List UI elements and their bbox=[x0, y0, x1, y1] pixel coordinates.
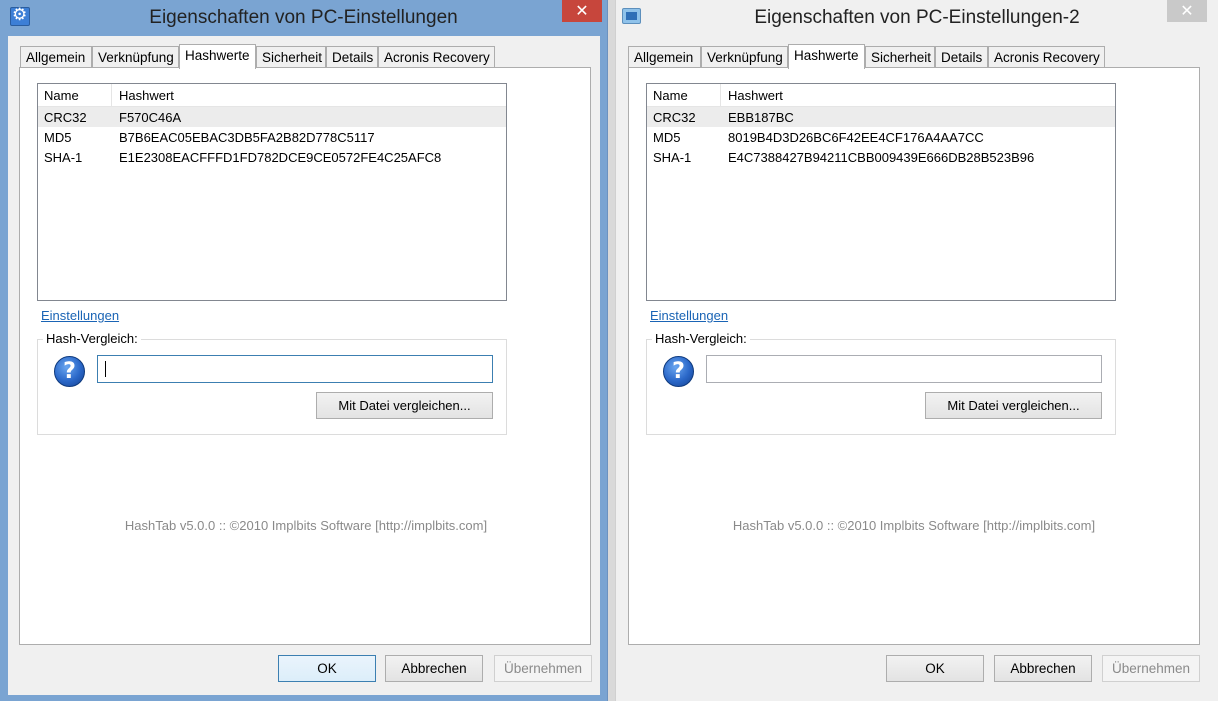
properties-window-1: Eigenschaften von PC-Einstellungen ✕ All… bbox=[0, 0, 608, 701]
close-icon: ✕ bbox=[575, 1, 589, 20]
row-name: SHA-1 bbox=[44, 150, 83, 165]
question-icon: ? bbox=[663, 356, 694, 387]
list-header: Name Hashwert bbox=[38, 84, 506, 107]
dialog-content: Allgemein Verknüpfung Hashwerte Sicherhe… bbox=[616, 36, 1218, 701]
compare-file-button[interactable]: Mit Datei vergleichen... bbox=[925, 392, 1102, 419]
hash-list[interactable]: Name Hashwert CRC32 F570C46A MD5 B7B6EAC… bbox=[37, 83, 507, 301]
cancel-button[interactable]: Abbrechen bbox=[385, 655, 483, 682]
window-title: Eigenschaften von PC-Einstellungen-2 bbox=[754, 7, 1080, 28]
tab-allgemein[interactable]: Allgemein bbox=[20, 46, 92, 68]
column-divider[interactable] bbox=[720, 84, 721, 106]
table-row[interactable]: SHA-1 E4C7388427B94211CBB009439E666DB28B… bbox=[647, 147, 1115, 167]
tab-details[interactable]: Details bbox=[326, 46, 378, 68]
text-caret bbox=[105, 361, 106, 377]
close-icon: ✕ bbox=[1180, 1, 1194, 20]
row-name: CRC32 bbox=[44, 110, 87, 125]
hashwerte-panel: Name Hashwert CRC32 F570C46A MD5 B7B6EAC… bbox=[19, 67, 591, 645]
tab-acronis-recovery[interactable]: Acronis Recovery bbox=[988, 46, 1105, 68]
hash-list[interactable]: Name Hashwert CRC32 EBB187BC MD5 8019B4D… bbox=[646, 83, 1116, 301]
dialog-content: Allgemein Verknüpfung Hashwerte Sicherhe… bbox=[8, 36, 600, 695]
column-header-name[interactable]: Name bbox=[44, 88, 79, 103]
properties-window-2: Eigenschaften von PC-Einstellungen-2 ✕ A… bbox=[615, 0, 1218, 701]
tab-sicherheit[interactable]: Sicherheit bbox=[865, 46, 935, 68]
table-row[interactable]: CRC32 EBB187BC bbox=[647, 107, 1115, 127]
ok-button[interactable]: OK bbox=[886, 655, 984, 682]
column-header-name[interactable]: Name bbox=[653, 88, 688, 103]
column-header-hashwert[interactable]: Hashwert bbox=[119, 88, 174, 103]
hash-compare-input[interactable] bbox=[706, 355, 1102, 383]
row-value: B7B6EAC05EBAC3DB5FA2B82D778C5117 bbox=[119, 130, 375, 145]
hashtab-footer: HashTab v5.0.0 :: ©2010 Implbits Softwar… bbox=[124, 518, 488, 533]
row-name: MD5 bbox=[44, 130, 72, 145]
row-name: SHA-1 bbox=[653, 150, 692, 165]
table-row[interactable]: CRC32 F570C46A bbox=[38, 107, 506, 127]
close-button[interactable]: ✕ bbox=[562, 0, 602, 22]
einstellungen-link[interactable]: Einstellungen bbox=[650, 308, 728, 323]
tab-hashwerte[interactable]: Hashwerte bbox=[179, 44, 256, 69]
apply-button[interactable]: Übernehmen bbox=[494, 655, 592, 682]
row-value: EBB187BC bbox=[728, 110, 794, 125]
compare-file-button[interactable]: Mit Datei vergleichen... bbox=[316, 392, 493, 419]
table-row[interactable]: SHA-1 E1E2308EACFFFD1FD782DCE9CE0572FE4C… bbox=[38, 147, 506, 167]
row-value: E1E2308EACFFFD1FD782DCE9CE0572FE4C25AFC8 bbox=[119, 150, 442, 165]
hash-compare-label: Hash-Vergleich: bbox=[43, 331, 141, 346]
tab-hashwerte[interactable]: Hashwerte bbox=[788, 44, 865, 69]
column-divider[interactable] bbox=[111, 84, 112, 106]
close-button[interactable]: ✕ bbox=[1167, 0, 1207, 22]
row-name: MD5 bbox=[653, 130, 681, 145]
table-row[interactable]: MD5 B7B6EAC05EBAC3DB5FA2B82D778C5117 bbox=[38, 127, 506, 147]
tab-details[interactable]: Details bbox=[935, 46, 988, 68]
row-name: CRC32 bbox=[653, 110, 696, 125]
hashtab-footer: HashTab v5.0.0 :: ©2010 Implbits Softwar… bbox=[732, 518, 1096, 533]
hashwerte-panel: Name Hashwert CRC32 EBB187BC MD5 8019B4D… bbox=[628, 67, 1200, 645]
tab-allgemein[interactable]: Allgemein bbox=[628, 46, 701, 68]
window-title: Eigenschaften von PC-Einstellungen bbox=[149, 7, 458, 28]
hash-compare-group: Hash-Vergleich: ? Mit Datei vergleichen.… bbox=[37, 331, 507, 435]
hash-compare-group: Hash-Vergleich: ? Mit Datei vergleichen.… bbox=[646, 331, 1116, 435]
hash-compare-input[interactable] bbox=[97, 355, 493, 383]
tab-sicherheit[interactable]: Sicherheit bbox=[256, 46, 326, 68]
row-value: E4C7388427B94211CBB009439E666DB28B523B96 bbox=[728, 150, 1035, 165]
question-icon: ? bbox=[54, 356, 85, 387]
row-value: F570C46A bbox=[119, 110, 182, 125]
hash-compare-label: Hash-Vergleich: bbox=[652, 331, 750, 346]
apply-button[interactable]: Übernehmen bbox=[1102, 655, 1200, 682]
einstellungen-link[interactable]: Einstellungen bbox=[41, 308, 119, 323]
row-value: 8019B4D3D26BC6F42EE4CF176A4AA7CC bbox=[728, 130, 984, 145]
ok-button[interactable]: OK bbox=[278, 655, 376, 682]
title-bar[interactable]: Eigenschaften von PC-Einstellungen-2 ✕ bbox=[616, 0, 1218, 36]
cancel-button[interactable]: Abbrechen bbox=[994, 655, 1092, 682]
desktop-gap bbox=[608, 0, 615, 701]
tab-verknuepfung[interactable]: Verknüpfung bbox=[701, 46, 788, 68]
list-header: Name Hashwert bbox=[647, 84, 1115, 107]
column-header-hashwert[interactable]: Hashwert bbox=[728, 88, 783, 103]
table-row[interactable]: MD5 8019B4D3D26BC6F42EE4CF176A4AA7CC bbox=[647, 127, 1115, 147]
tab-verknuepfung[interactable]: Verknüpfung bbox=[92, 46, 179, 68]
title-bar[interactable]: Eigenschaften von PC-Einstellungen ✕ bbox=[0, 0, 607, 36]
tab-acronis-recovery[interactable]: Acronis Recovery bbox=[378, 46, 495, 68]
